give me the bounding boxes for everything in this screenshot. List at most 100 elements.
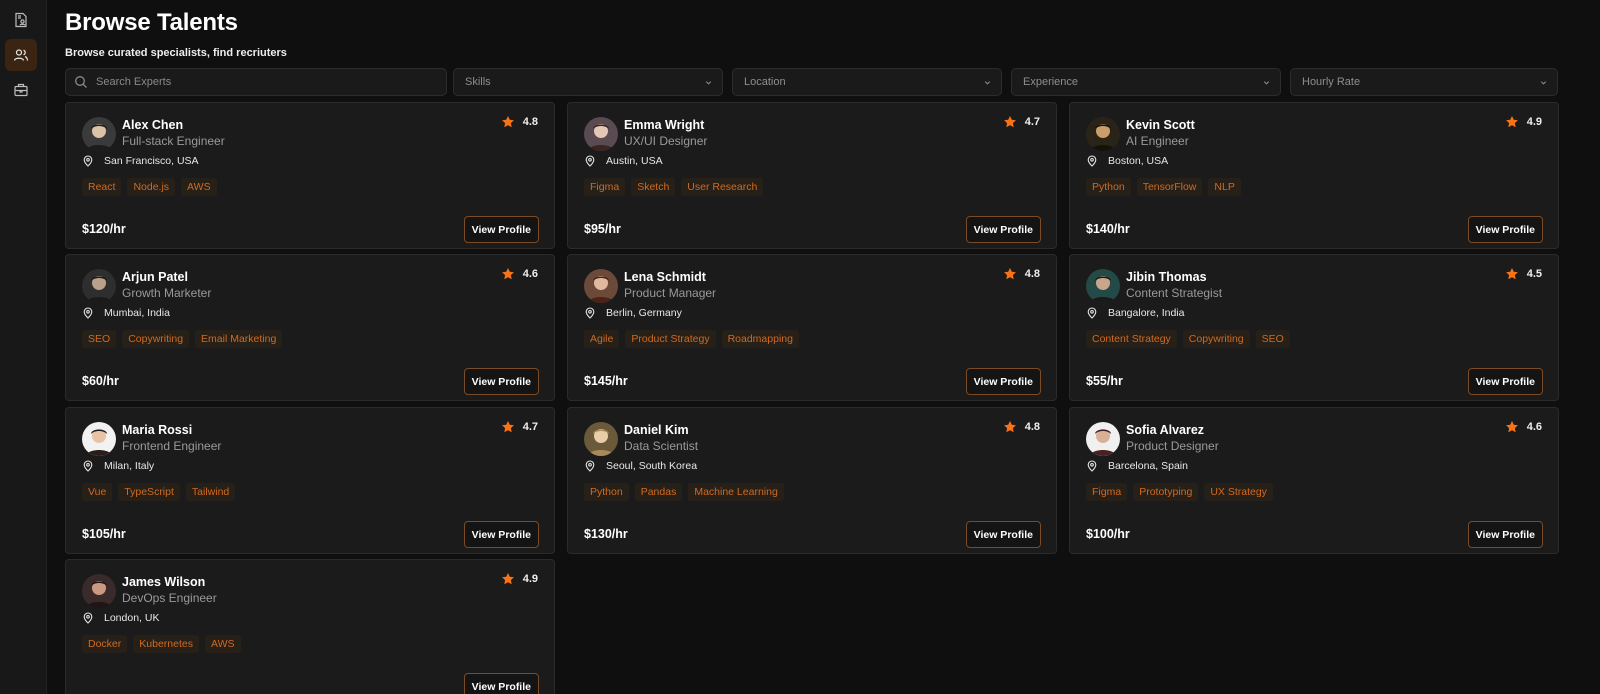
briefcase-icon — [14, 83, 28, 97]
skill-tag: Copywriting — [1182, 330, 1250, 348]
skill-tags: Figma Prototyping UX Strategy — [1086, 483, 1273, 501]
view-profile-button[interactable]: View Profile — [463, 368, 539, 395]
skill-tags: Python TensorFlow NLP — [1086, 178, 1241, 196]
location: London, UK — [82, 612, 159, 624]
location: Barcelona, Spain — [1086, 460, 1188, 472]
talent-name: Jibin Thomas — [1126, 270, 1207, 284]
search-icon — [75, 76, 87, 88]
skill-tag: Figma — [1086, 483, 1128, 501]
hourly-rate-select[interactable]: Hourly Rate — [1290, 68, 1558, 96]
view-profile-button[interactable]: View Profile — [1467, 216, 1543, 243]
talent-card[interactable]: Emma Wright UX/UI Designer 4.7 Austin, U… — [567, 102, 1057, 249]
skill-tags: Python Pandas Machine Learning — [584, 483, 784, 501]
rating: 4.6 — [501, 267, 538, 281]
hourly-rate: $95/hr — [584, 222, 621, 236]
sidebar-item-documents[interactable] — [5, 4, 37, 36]
view-profile-button[interactable]: View Profile — [965, 521, 1041, 548]
view-profile-button[interactable]: View Profile — [1467, 521, 1543, 548]
skill-tag: Figma — [584, 178, 626, 196]
view-profile-button[interactable]: View Profile — [463, 521, 539, 548]
skill-tag: Python — [1086, 178, 1131, 196]
search-box — [65, 68, 447, 96]
page-subtitle: Browse curated specialists, find recriut… — [65, 47, 287, 59]
skill-tags: Docker Kubernetes AWS — [82, 635, 241, 653]
view-profile-button[interactable]: View Profile — [1467, 368, 1543, 395]
location-select[interactable]: Location — [732, 68, 1002, 96]
avatar — [82, 574, 116, 608]
talent-card[interactable]: Sofia Alvarez Product Designer 4.6 Barce… — [1069, 407, 1559, 554]
location-text: San Francisco, USA — [104, 155, 199, 167]
talent-card[interactable]: Daniel Kim Data Scientist 4.8 Seoul, Sou… — [567, 407, 1057, 554]
rating-value: 4.5 — [1526, 268, 1542, 280]
skill-tag: Vue — [82, 483, 113, 501]
view-profile-button[interactable]: View Profile — [463, 673, 539, 694]
hourly-rate: $105/hr — [82, 527, 126, 541]
main-content: Browse Talents Browse curated specialist… — [65, 0, 1588, 694]
talent-role: Growth Marketer — [122, 286, 212, 300]
skill-tag: AWS — [181, 178, 217, 196]
talent-card[interactable]: Kevin Scott AI Engineer 4.9 Boston, USA … — [1069, 102, 1559, 249]
talent-card[interactable]: Arjun Patel Growth Marketer 4.6 Mumbai, … — [65, 254, 555, 401]
location: Milan, Italy — [82, 460, 154, 472]
talent-card[interactable]: Alex Chen Full-stack Engineer 4.8 San Fr… — [65, 102, 555, 249]
talent-name: Sofia Alvarez — [1126, 423, 1205, 437]
skill-tags: Figma Sketch User Research — [584, 178, 764, 196]
hourly-rate-select-label: Hourly Rate — [1302, 76, 1361, 88]
chevron-down-icon — [705, 80, 712, 85]
skill-tags: Vue TypeScript Tailwind — [82, 483, 236, 501]
hourly-rate: $60/hr — [82, 374, 119, 388]
sidebar — [0, 0, 47, 694]
map-pin-icon — [1087, 307, 1097, 319]
hourly-rate: $100/hr — [1086, 527, 1130, 541]
talent-role: Content Strategist — [1126, 286, 1223, 300]
location: Bangalore, India — [1086, 307, 1184, 319]
talent-role: Full-stack Engineer — [122, 134, 225, 148]
talent-card[interactable]: James Wilson DevOps Engineer 4.9 London,… — [65, 559, 555, 694]
talent-card[interactable]: Jibin Thomas Content Strategist 4.5 Bang… — [1069, 254, 1559, 401]
rating-value: 4.9 — [522, 573, 538, 585]
skill-tags: React Node.js AWS — [82, 178, 217, 196]
skill-tag: Docker — [82, 635, 128, 653]
talent-card[interactable]: Maria Rossi Frontend Engineer 4.7 Milan,… — [65, 407, 555, 554]
hourly-rate: $120/hr — [82, 222, 126, 236]
map-pin-icon — [83, 155, 93, 167]
skill-tags: Content Strategy Copywriting SEO — [1086, 330, 1290, 348]
talent-name: Maria Rossi — [122, 423, 193, 437]
experience-select[interactable]: Experience — [1011, 68, 1281, 96]
skills-select[interactable]: Skills — [453, 68, 723, 96]
avatar — [1086, 422, 1120, 456]
location-text: Bangalore, India — [1108, 307, 1185, 319]
talent-card[interactable]: Lena Schmidt Product Manager 4.8 Berlin,… — [567, 254, 1057, 401]
star-icon — [1003, 268, 1016, 280]
location: Seoul, South Korea — [584, 460, 697, 472]
map-pin-icon — [1087, 155, 1097, 167]
view-profile-button[interactable]: View Profile — [965, 368, 1041, 395]
map-pin-icon — [585, 460, 595, 472]
location-text: Barcelona, Spain — [1108, 460, 1188, 472]
skill-tag: TensorFlow — [1136, 178, 1203, 196]
avatar — [584, 422, 618, 456]
search-input[interactable] — [96, 76, 426, 88]
star-icon — [1003, 421, 1016, 433]
experience-select-label: Experience — [1023, 76, 1079, 88]
skill-tag: React — [82, 178, 122, 196]
view-profile-button[interactable]: View Profile — [965, 216, 1041, 243]
skill-tag: SEO — [1255, 330, 1290, 348]
avatar — [584, 269, 618, 303]
rating: 4.7 — [501, 420, 538, 434]
avatar — [82, 422, 116, 456]
skills-select-label: Skills — [465, 76, 491, 88]
avatar — [1086, 269, 1120, 303]
location: Austin, USA — [584, 155, 663, 167]
star-icon — [1505, 268, 1518, 280]
sidebar-item-jobs[interactable] — [5, 74, 37, 106]
avatar — [82, 269, 116, 303]
chevron-down-icon — [1263, 80, 1270, 85]
star-icon — [1505, 116, 1518, 128]
map-pin-icon — [1087, 460, 1097, 472]
skill-tag: AWS — [204, 635, 241, 653]
talent-name: Kevin Scott — [1126, 118, 1195, 132]
view-profile-button[interactable]: View Profile — [463, 216, 539, 243]
star-icon — [501, 573, 514, 585]
sidebar-item-talents[interactable] — [5, 39, 37, 71]
